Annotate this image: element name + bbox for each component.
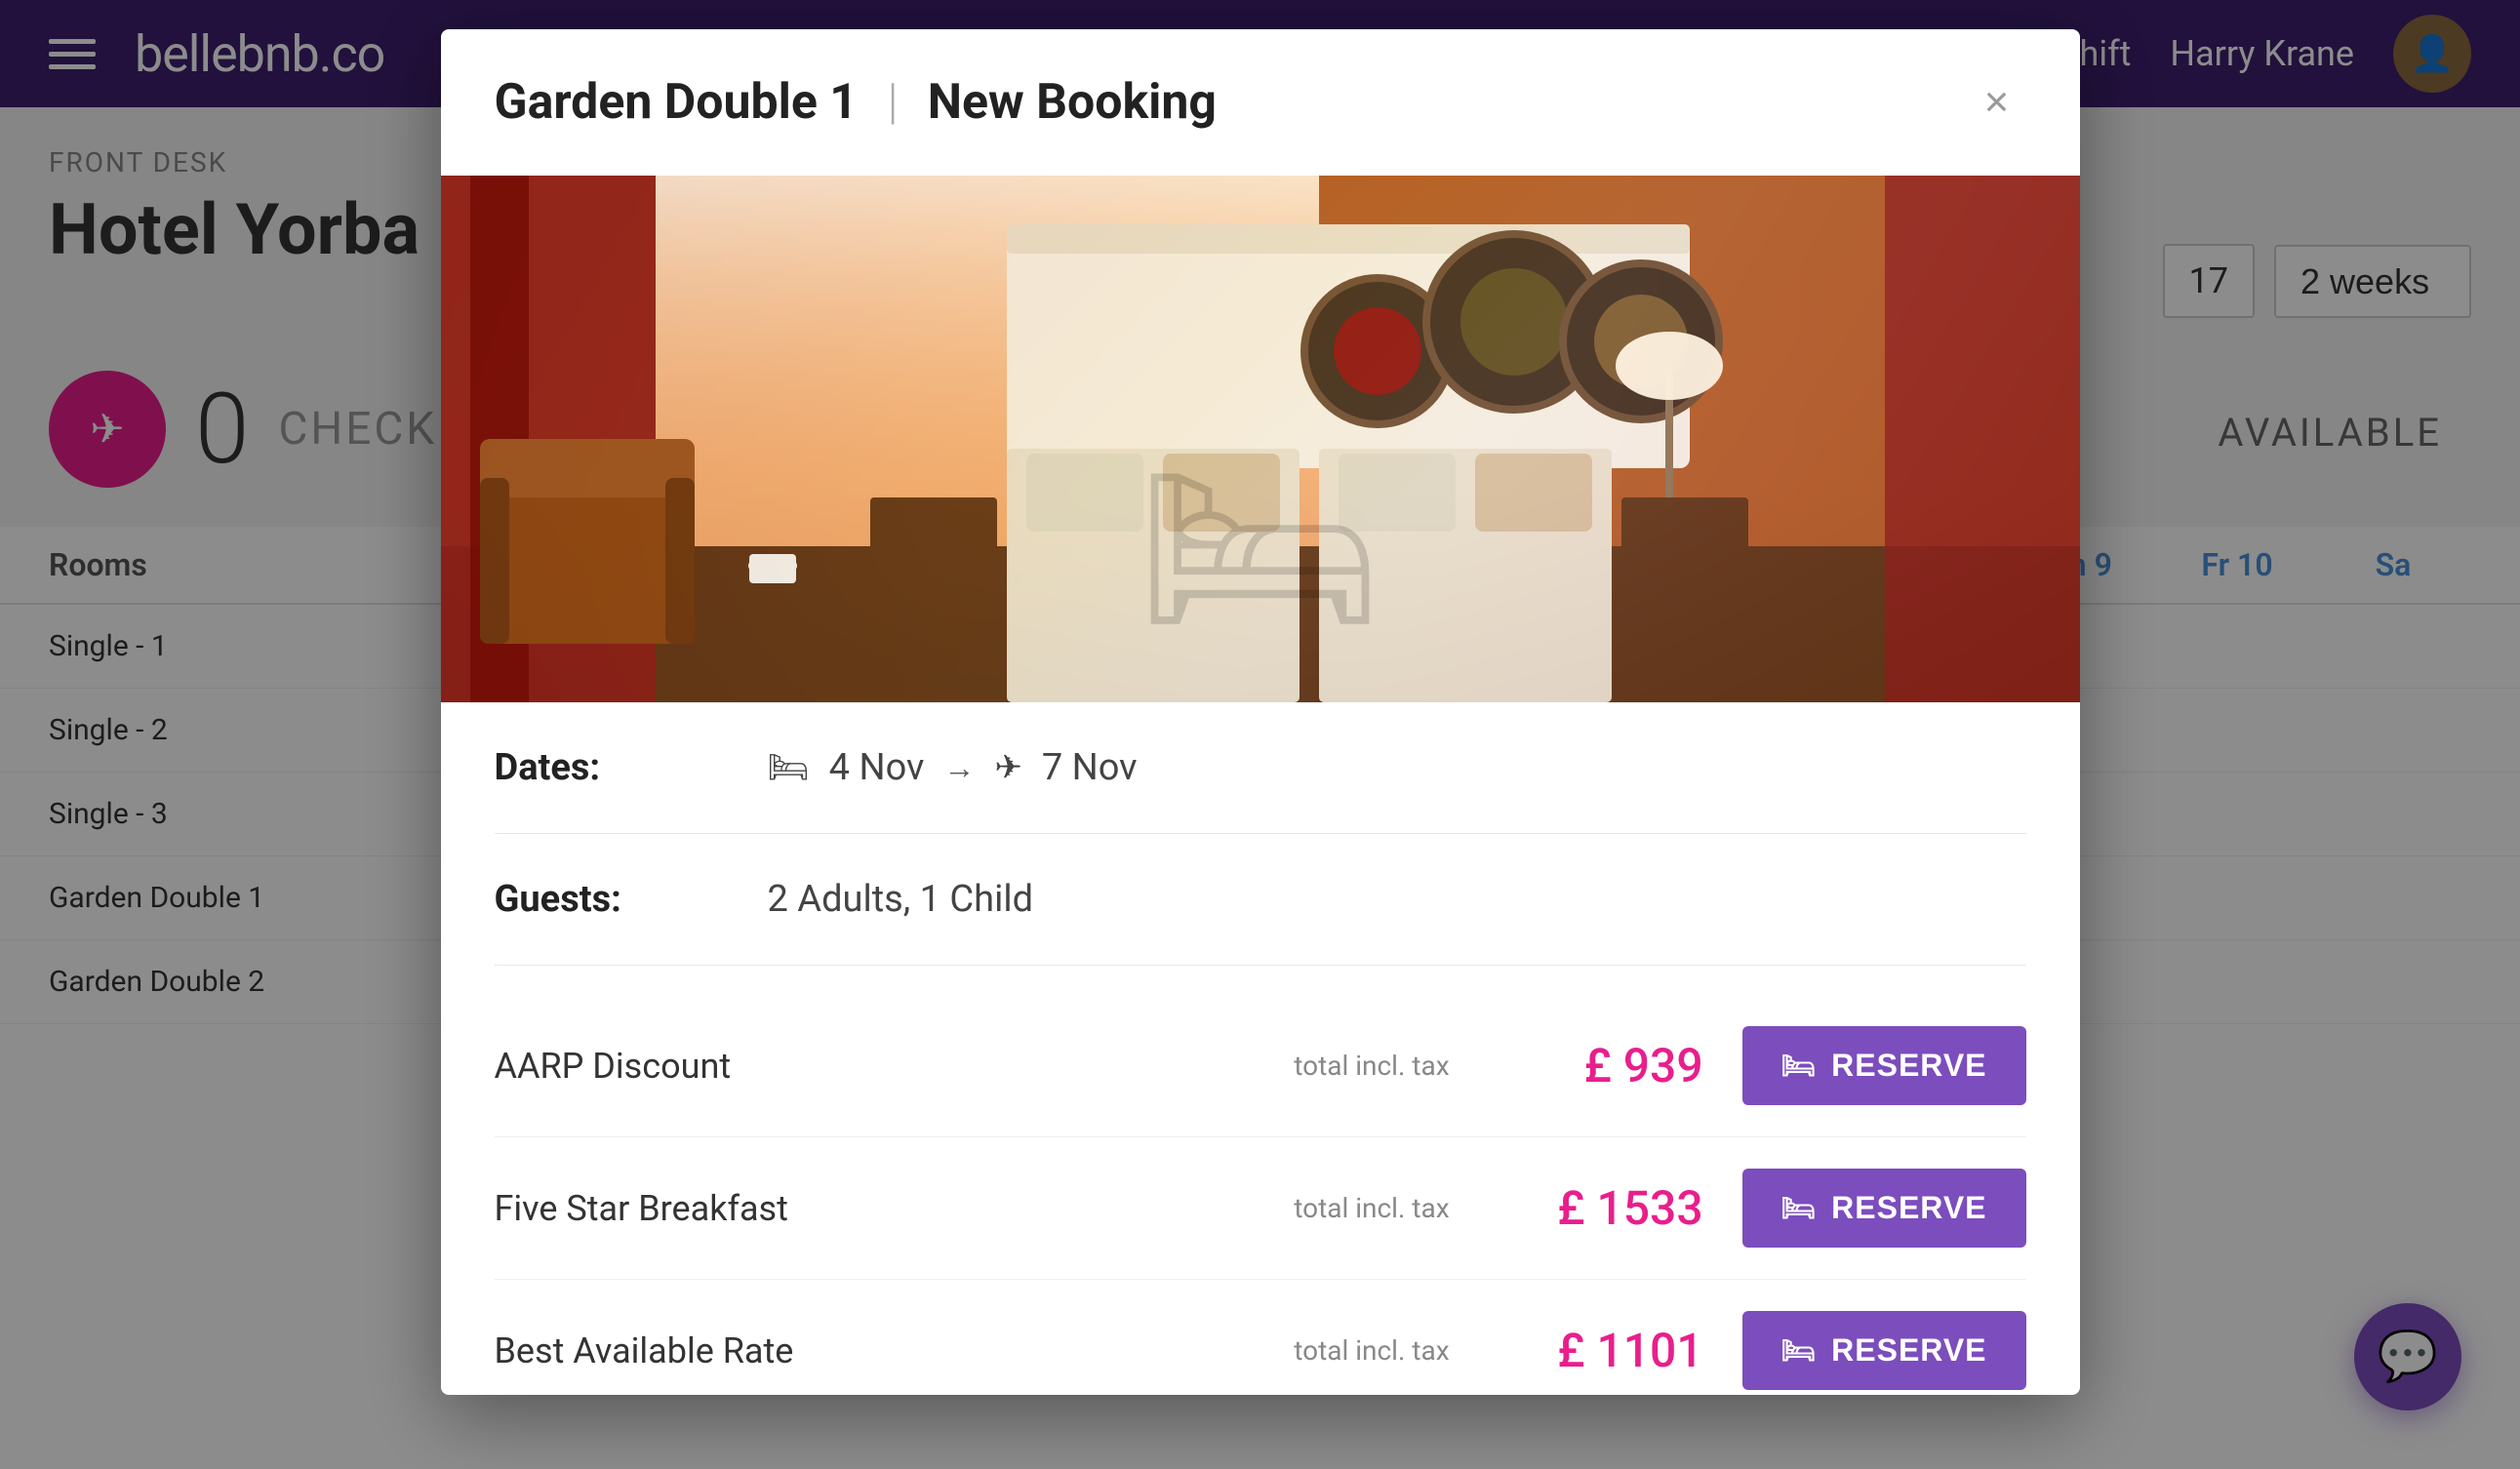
guests-row: Guests: 2 Adults, 1 Child bbox=[495, 834, 2026, 966]
modal-room-name: Garden Double 1 bbox=[495, 74, 859, 131]
reserve-button-breakfast[interactable]: 🛏 RESERVE bbox=[1742, 1169, 2026, 1248]
rate-name-best: Best Available Rate bbox=[495, 1330, 1295, 1371]
modal-header: Garden Double 1 | New Booking × bbox=[441, 29, 2080, 176]
dates-value: 🛏 4 Nov → ✈ 7 Nov bbox=[768, 746, 1138, 789]
modal-body: Dates: 🛏 4 Nov → ✈ 7 Nov Guests: 2 Adult… bbox=[441, 702, 2080, 1395]
reserve-label: RESERVE bbox=[1831, 1332, 1986, 1369]
modal-overlay[interactable]: Garden Double 1 | New Booking × bbox=[0, 0, 2520, 1469]
rate-name-breakfast: Five Star Breakfast bbox=[495, 1188, 1295, 1229]
rate-row-breakfast: Five Star Breakfast total incl. tax £ 15… bbox=[495, 1137, 2026, 1280]
bed-icon: 🛏 bbox=[1781, 1192, 1818, 1224]
reserve-label: RESERVE bbox=[1831, 1190, 1986, 1226]
guests-label: Guests: bbox=[495, 878, 768, 921]
bed-icon: 🛏 bbox=[1781, 1334, 1818, 1367]
rate-tax-best: total incl. tax bbox=[1294, 1334, 1449, 1367]
booking-modal: Garden Double 1 | New Booking × bbox=[441, 29, 2080, 1395]
modal-close-button[interactable]: × bbox=[1968, 73, 2026, 132]
rate-price-best: £ 1101 bbox=[1489, 1323, 1703, 1378]
reserve-button-aarp[interactable]: 🛏 RESERVE bbox=[1742, 1026, 2026, 1105]
rate-price-aarp: £ 939 bbox=[1489, 1038, 1703, 1093]
modal-separator: | bbox=[887, 74, 909, 131]
checkout-date: 7 Nov bbox=[1042, 746, 1138, 789]
checkin-icon: 🛏 bbox=[768, 748, 810, 787]
rate-row-best: Best Available Rate total incl. tax £ 11… bbox=[495, 1280, 2026, 1395]
rate-tax-breakfast: total incl. tax bbox=[1294, 1192, 1449, 1224]
checkout-plane-icon: ✈ bbox=[994, 748, 1022, 787]
rates-section: AARP Discount total incl. tax £ 939 🛏 RE… bbox=[495, 966, 2026, 1395]
bed-icon: 🛏 bbox=[1781, 1050, 1818, 1082]
reserve-button-best[interactable]: 🛏 RESERVE bbox=[1742, 1311, 2026, 1390]
modal-booking-type: New Booking bbox=[928, 74, 1217, 131]
dates-row: Dates: 🛏 4 Nov → ✈ 7 Nov bbox=[495, 702, 2026, 834]
guests-value: 2 Adults, 1 Child bbox=[768, 878, 1034, 921]
reserve-label: RESERVE bbox=[1831, 1048, 1986, 1084]
modal-title: Garden Double 1 | New Booking bbox=[495, 74, 1218, 131]
dates-label: Dates: bbox=[495, 746, 768, 789]
arrow-icon: → bbox=[943, 749, 975, 786]
rate-tax-aarp: total incl. tax bbox=[1294, 1050, 1449, 1082]
rate-name-aarp: AARP Discount bbox=[495, 1046, 1295, 1087]
room-image bbox=[441, 176, 2080, 702]
rate-row-aarp: AARP Discount total incl. tax £ 939 🛏 RE… bbox=[495, 995, 2026, 1137]
checkin-date: 4 Nov bbox=[829, 746, 925, 789]
rate-price-breakfast: £ 1533 bbox=[1489, 1180, 1703, 1236]
